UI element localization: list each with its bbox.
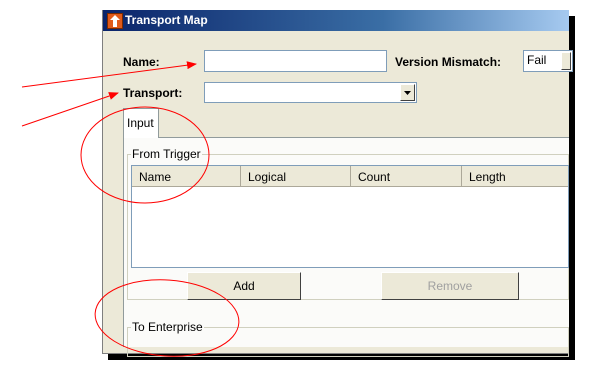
annotation-arrow-transport <box>21 92 119 127</box>
annotation-circle-to-enterprise <box>94 279 240 357</box>
annotation-circle-input <box>80 106 210 204</box>
annotation-arrow-name <box>21 61 197 88</box>
annotation-overlay <box>21 61 240 357</box>
